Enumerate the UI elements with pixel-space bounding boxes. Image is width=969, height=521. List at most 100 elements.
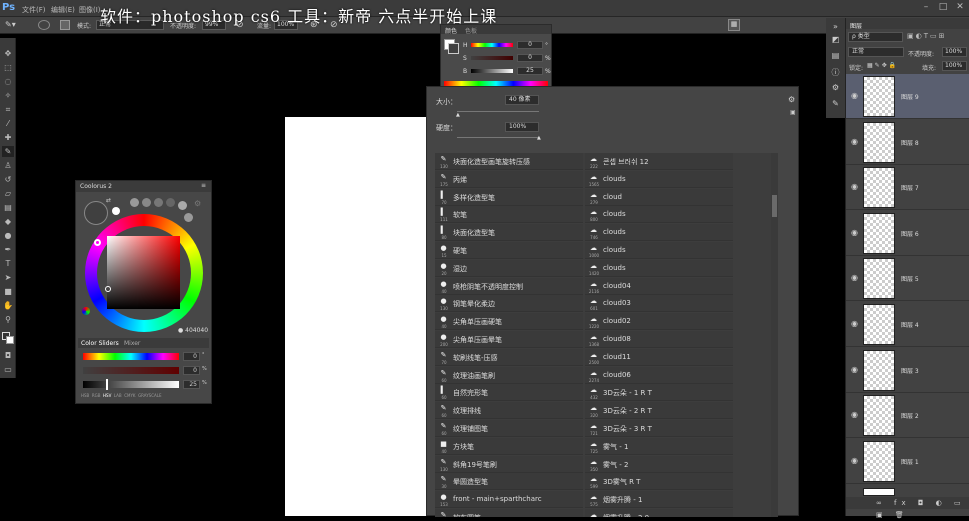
gradient-tool-icon[interactable]: ▤ <box>2 202 14 213</box>
dock-adjustments-icon[interactable]: ⚙ <box>830 83 841 94</box>
coolorus-saturation-value[interactable]: 0 <box>183 366 200 375</box>
brush-preset-item[interactable]: ▍ 80 块面化造型笔 <box>435 224 583 242</box>
visibility-eye-icon[interactable]: ◉ <box>851 137 858 146</box>
mode-grayscale[interactable]: GRAYSCALE <box>138 393 161 398</box>
color-mode-icon[interactable] <box>82 307 90 315</box>
brush-list[interactable]: ✎ 130 块面化造型画笔旋转压感 ✎ 175 丙烯 ▍ 70 多样化造型笔 ▍ 111 软笔 ▍ 80 块… <box>435 153 775 517</box>
brush-list-scrollbar[interactable] <box>771 153 778 517</box>
menu-edit[interactable]: 编辑(E) <box>51 5 75 15</box>
hue-handle[interactable] <box>94 239 101 246</box>
layer-name[interactable]: 图层 4 <box>901 320 919 329</box>
brush-preset-item[interactable]: ✎ 130 斜角19号笔刷 <box>435 455 583 473</box>
coolorus-hue-slider[interactable] <box>83 353 179 360</box>
saturation-value[interactable]: 0 <box>517 54 543 62</box>
brush-preset-item[interactable]: ● 15 硬笔 <box>435 242 583 259</box>
brush-preset-item[interactable]: ☁ 1565 clouds <box>585 170 733 188</box>
tab-layers[interactable]: 图层 <box>850 21 862 30</box>
visibility-eye-icon[interactable]: ◉ <box>851 456 858 465</box>
brush-preset-item[interactable]: ● 20 湿边 <box>435 259 583 277</box>
tab-swatches[interactable]: 色板 <box>465 26 477 35</box>
visibility-eye-icon[interactable]: ◉ <box>851 365 858 374</box>
brush-preset-item[interactable]: ✎ 60 纹理铺图笔 <box>435 420 583 437</box>
dodge-tool-icon[interactable]: ● <box>2 230 14 241</box>
brush-preset-item[interactable]: ▍ 60 自然完形笔 <box>435 384 583 402</box>
brush-tool-active-icon[interactable]: ✎ <box>2 146 14 157</box>
document-canvas[interactable] <box>285 117 445 516</box>
brush-preset-item[interactable]: ☁ 725 雾气 - 1 <box>585 437 733 455</box>
workspace-icon[interactable]: ▦ <box>728 19 740 31</box>
hex-code[interactable]: ● 404040 <box>178 327 208 334</box>
hue-value[interactable]: 0 <box>517 41 543 49</box>
layer-name[interactable]: 图层 3 <box>901 366 919 375</box>
hardness-input[interactable]: 100% <box>505 122 539 132</box>
quick-select-tool-icon[interactable]: ✧ <box>2 90 14 101</box>
layer-name[interactable]: 图层 2 <box>901 411 919 420</box>
hardness-slider-handle[interactable]: ▲ <box>537 135 541 141</box>
layer-filter-icons[interactable]: ▣◐T▭⊞ <box>907 32 946 40</box>
coolorus-menu-icon[interactable]: ≡ <box>201 182 206 189</box>
brush-preset-item[interactable]: ✎ 130 块面化造型画笔旋转压感 <box>435 153 583 170</box>
saturation-brightness-square[interactable] <box>107 236 180 309</box>
lock-icons[interactable]: ▦✎✥🔒 <box>867 62 898 69</box>
brush-panel-toggle-icon[interactable] <box>60 20 70 30</box>
brush-preset-item[interactable]: ☁ 601 cloud03 <box>585 295 733 313</box>
layer-name[interactable]: 图层 6 <box>901 229 919 238</box>
brush-preset-item[interactable]: ▍ 70 多样化造型笔 <box>435 188 583 206</box>
preset-color-dot-3[interactable] <box>154 198 163 207</box>
move-tool-icon[interactable]: ✥ <box>2 48 14 59</box>
layer-row[interactable]: ◉ 图层 9 <box>846 74 969 119</box>
eyedropper-tool-icon[interactable]: ⁄ <box>2 118 14 129</box>
fill-input[interactable]: 100% <box>942 61 967 71</box>
mode-rgb[interactable]: RGB <box>92 393 101 398</box>
layers-footer-icons[interactable]: ∞ fx ◘ ◐ ▭ ▣ 🗑 <box>846 497 969 519</box>
preset-color-dot-6[interactable] <box>184 213 193 222</box>
quick-mask-icon[interactable]: ◘ <box>2 350 14 361</box>
brush-preset-item[interactable]: ✎ 70 软刷线笔-压感 <box>435 348 583 366</box>
brush-preset-item[interactable]: ✎ 175 丙烯 <box>435 170 583 188</box>
mode-cmyk[interactable]: CMYK <box>124 393 135 398</box>
hardness-slider[interactable] <box>457 137 539 138</box>
tab-color-sliders[interactable]: Color Sliders <box>81 340 119 347</box>
tab-color[interactable]: 颜色 <box>445 26 457 35</box>
layer-opacity-input[interactable]: 100% <box>942 47 967 57</box>
mode-hsb[interactable]: HSB <box>81 393 89 398</box>
coolorus-saturation-slider[interactable] <box>83 367 179 374</box>
tab-mixer[interactable]: Mixer <box>124 340 140 347</box>
brush-preset-item[interactable]: ☁ 746 clouds <box>585 224 733 242</box>
layer-name[interactable]: 图层 9 <box>901 92 919 101</box>
marquee-tool-icon[interactable]: ⬚ <box>2 62 14 73</box>
healing-tool-icon[interactable]: ✚ <box>2 132 14 143</box>
preset-color-dot-1[interactable] <box>130 198 139 207</box>
brush-preset-item[interactable]: ☁ 2116 cloud04 <box>585 277 733 295</box>
dock-collapse-icon[interactable]: » <box>830 22 841 33</box>
brush-preset-item[interactable]: ✎ 30 晕圆造型笔 <box>435 473 583 491</box>
foreground-swatch[interactable] <box>448 43 459 54</box>
layer-row[interactable]: ◉ 图层 8 <box>846 119 969 165</box>
layer-row[interactable]: ◉ 图层 5 <box>846 256 969 302</box>
close-icon[interactable]: ✕ <box>954 2 966 13</box>
brush-preset-item[interactable]: ☁ 800 clouds <box>585 206 733 224</box>
dock-info-icon[interactable]: ⓘ <box>830 67 841 78</box>
color-picker-handle[interactable] <box>105 286 111 292</box>
crop-tool-icon[interactable]: ⌗ <box>2 104 14 115</box>
preset-color-dot-4[interactable] <box>166 198 175 207</box>
layer-row[interactable]: ◉ 图层 1 <box>846 438 969 484</box>
brush-tool-icon[interactable]: ✎▾ <box>5 20 16 29</box>
minimize-icon[interactable]: – <box>920 2 932 13</box>
brush-preset-item[interactable]: ● 40 喷枪阴笔不透明度控制 <box>435 277 583 295</box>
blend-mode-select[interactable]: 正常 <box>848 47 904 57</box>
mode-hsv[interactable]: HSV <box>103 393 111 398</box>
brush-preset-item[interactable]: ■ 40 方块笔 <box>435 437 583 455</box>
brush-preset-item[interactable]: ● 40 尖角单压画硬笔 <box>435 313 583 331</box>
menu-file[interactable]: 文件(F) <box>22 5 46 15</box>
brush-preset-item[interactable]: ☁ 2274 cloud06 <box>585 366 733 384</box>
coolorus-brightness-slider[interactable] <box>83 381 179 388</box>
brush-preset-item[interactable]: ☁ 721 3D云朵 - 3 R T <box>585 420 733 437</box>
preset-color-dot-5[interactable] <box>178 201 187 210</box>
brush-preset-item[interactable]: ☁ 222 콘셉 브러쉬 12 <box>585 153 733 170</box>
stamp-tool-icon[interactable]: ♙ <box>2 160 14 171</box>
maximize-icon[interactable]: □ <box>937 2 949 13</box>
visibility-eye-icon[interactable]: ◉ <box>851 410 858 419</box>
path-select-tool-icon[interactable]: ➤ <box>2 272 14 283</box>
layer-row[interactable]: ◉ 图层 4 <box>846 302 969 347</box>
